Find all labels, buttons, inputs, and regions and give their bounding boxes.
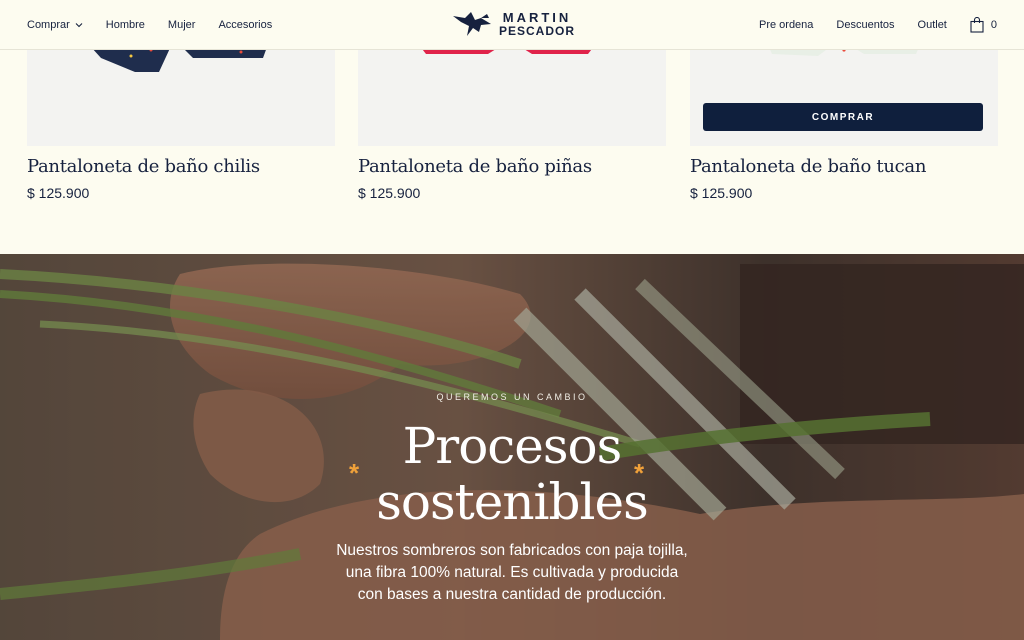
product-image[interactable]: COMPRAR [690,50,998,146]
hero-body-line1: Nuestros sombreros son fabricados con pa… [336,542,688,559]
nav-hombre[interactable]: Hombre [106,19,145,31]
hero-body-line2: una fibra 100% natural. Es cultivada y p… [345,564,679,581]
site-header: Comprar Hombre Mujer Accesorios MARTIN P… [0,0,1024,50]
nav-right: Pre ordena Descuentos Outlet 0 [736,0,997,50]
product-price: $ 125.900 [27,185,90,201]
logo-wordmark: MARTIN PESCADOR [499,11,575,37]
cart-button[interactable]: 0 [970,17,997,33]
product-title[interactable]: Pantaloneta de baño tucan [690,156,998,177]
site-logo[interactable]: MARTIN PESCADOR [451,8,575,40]
product-title[interactable]: Pantaloneta de baño piñas [358,156,666,177]
swim-shorts-image [422,50,592,54]
cart-count: 0 [990,19,997,31]
logo-line1: MARTIN [502,10,572,25]
nav-comprar[interactable]: Comprar [27,19,83,31]
hero-body: Nuestros sombreros son fabricados con pa… [262,540,762,606]
hero-title: Procesos sostenibles [262,418,762,530]
nav-outlet[interactable]: Outlet [918,19,947,31]
swim-shorts-image [93,50,266,72]
chevron-down-icon [75,23,83,28]
hero-title-line2: sostenibles [376,473,649,531]
nav-left: Comprar Hombre Mujer Accesorios [27,0,295,50]
shopping-bag-icon [970,17,984,33]
hero-body-line3: con bases a nuestra cantidad de producci… [357,586,667,603]
nav-comprar-label: Comprar [27,19,70,31]
nav-mujer[interactable]: Mujer [168,19,196,31]
logo-line2: PESCADOR [499,24,576,38]
nav-descuentos[interactable]: Descuentos [836,19,894,31]
product-price: $ 125.900 [690,185,753,201]
product-price: $ 125.900 [358,185,421,201]
product-image[interactable] [27,50,335,146]
kingfisher-logo-icon [453,12,491,36]
swim-shorts-image [770,50,918,56]
product-image[interactable] [358,50,666,146]
product-title[interactable]: Pantaloneta de baño chilis [27,156,335,177]
buy-button[interactable]: COMPRAR [703,103,983,131]
hero-eyebrow: QUEREMOS UN CAMBIO [436,392,588,402]
nav-accesorios[interactable]: Accesorios [218,19,272,31]
hero-title-line1: Procesos [402,417,623,475]
nav-pre-ordena[interactable]: Pre ordena [759,19,813,31]
product-row: Pantaloneta de baño chilis $ 125.900 Pan… [0,50,1024,254]
hero-content: QUEREMOS UN CAMBIO Procesos sostenibles … [262,392,762,606]
hero-banner: * * QUEREMOS UN CAMBIO Procesos sostenib… [0,254,1024,640]
